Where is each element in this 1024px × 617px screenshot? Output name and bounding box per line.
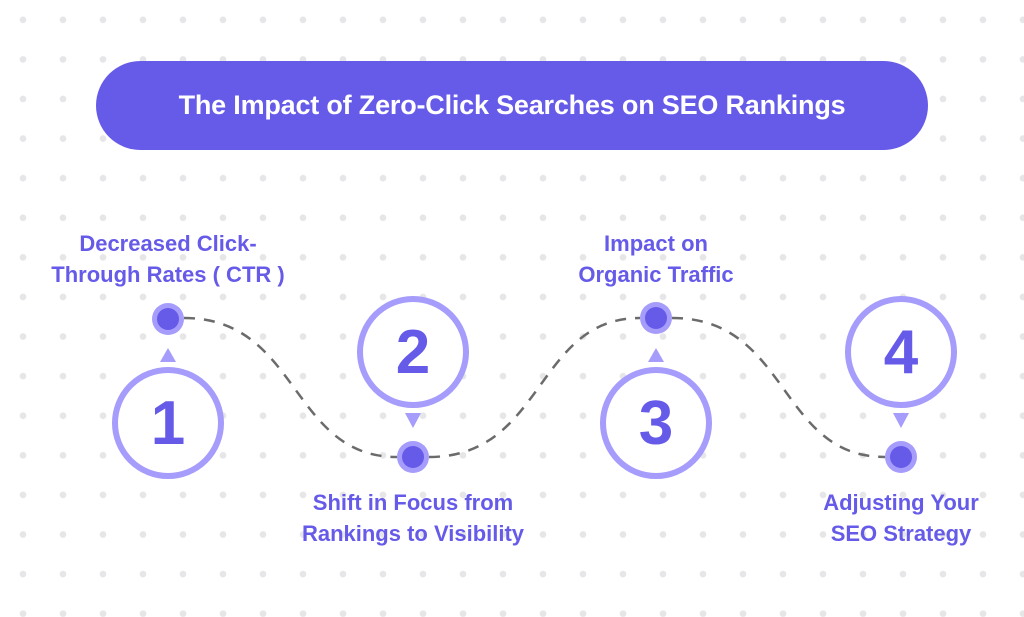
step-1-label-line2: Through Rates ( CTR ) [51,262,285,287]
step-3-label-line1: Impact on [604,231,708,256]
step-3-label: Impact on Organic Traffic [578,228,733,290]
step-4-label: Adjusting Your SEO Strategy [823,487,979,549]
step-1-node-inner [157,308,179,330]
step-4-node-inner [890,446,912,468]
step-2-label: Shift in Focus from Rankings to Visibili… [302,487,524,549]
step-1-label: Decreased Click- Through Rates ( CTR ) [51,228,284,290]
step-4-number: 4 [883,318,919,387]
step-2-label-line2: Rankings to Visibility [301,521,525,546]
step-4-pointer [893,413,909,428]
step-3-label-line2: Organic Traffic [578,262,734,287]
step-1-number: 1 [150,389,186,458]
step-2-node-inner [402,446,424,468]
step-2-pointer [405,413,421,428]
step-2-number: 2 [395,318,431,387]
step-3-number: 3 [638,389,674,458]
step-2-label-line1: Shift in Focus from [312,490,514,515]
step-3-node-inner [645,307,667,329]
step-1-pointer [160,348,176,362]
step-4-label-line2: SEO Strategy [830,521,972,546]
step-1-label-line1: Decreased Click- [79,231,257,256]
step-3-pointer [648,348,664,362]
step-4-label-line1: Adjusting Your [823,490,979,515]
